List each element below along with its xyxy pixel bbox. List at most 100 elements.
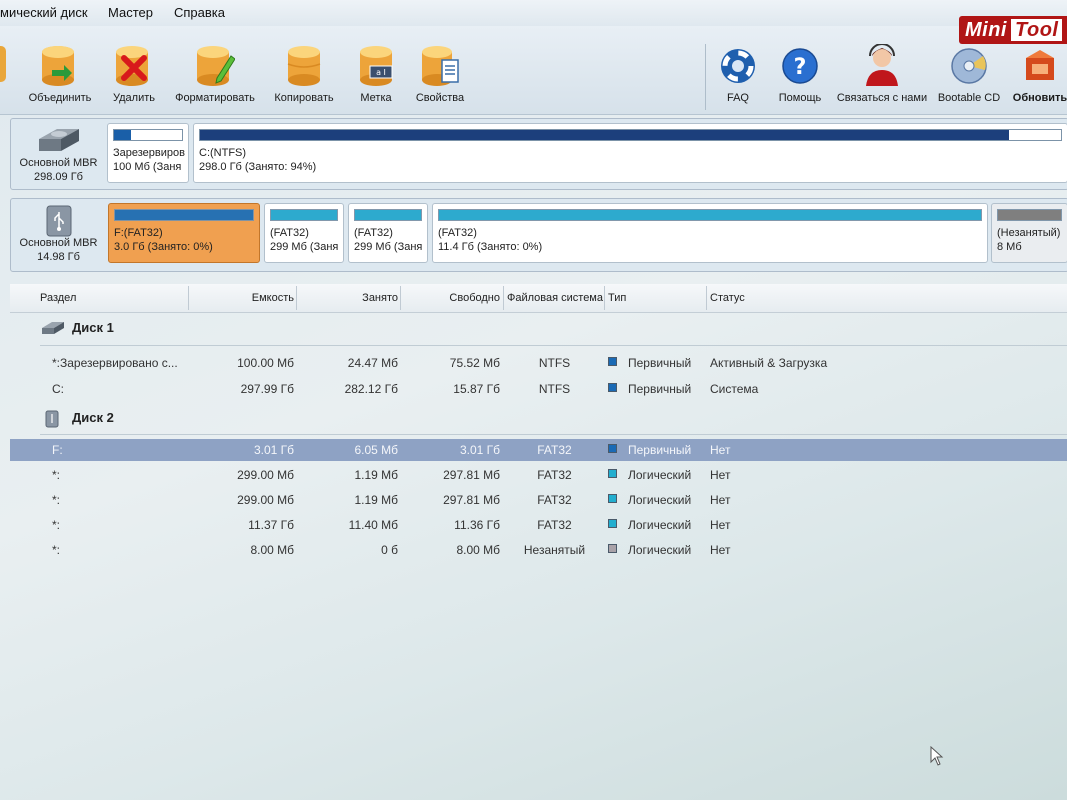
cell-partition: F: [52,443,63,457]
partition-color-swatch [608,519,617,528]
menu-disk[interactable]: мический диск [0,5,88,20]
cell-partition: *: [52,468,61,482]
cell-filesystem: FAT32 [537,493,572,507]
contact-button[interactable]: Связаться с нами [834,38,930,114]
cell-used: 282.12 Гб [344,382,398,396]
disk2-partition-4[interactable]: (FAT32) 11.4 Гб (Занято: 0%) [432,203,988,263]
disk1-partition-c[interactable]: C:(NTFS) 298.0 Гб (Занято: 94%) [193,123,1067,183]
partition-color-swatch [608,383,617,392]
partition-title: (FAT32) [438,227,477,239]
cell-capacity: 297.99 Гб [240,382,294,396]
faq-button[interactable]: FAQ [712,38,764,114]
disk2-partition-unallocated[interactable]: (Незанятый) 8 Мб [991,203,1067,263]
cell-type: Первичный [628,356,692,370]
table-row[interactable]: *:Зарезервировано с... 100.00 Мб 24.47 М… [10,352,1067,374]
table-row[interactable]: *: 299.00 Мб 1.19 Мб 297.81 Мб FAT32 Лог… [10,489,1067,511]
disk2-partition-f[interactable]: F:(FAT32) 3.0 Гб (Занято: 0%) [108,203,260,263]
lifebuoy-icon [721,49,755,83]
cell-status: Нет [710,543,731,557]
partition-usage-bar [354,209,422,221]
help-button[interactable]: ? Помощь [770,38,830,114]
copy-button[interactable]: Копировать [268,38,340,114]
partition-usage-bar [438,209,982,221]
partition-color-swatch [608,544,617,553]
mouse-cursor-icon [930,746,944,766]
col-used[interactable]: Занято [300,292,398,304]
cell-free: 11.36 Гб [454,518,500,532]
disk1-map[interactable]: Основной MBR 298.09 Гб Зарезервиров 100 … [10,118,1067,190]
col-type[interactable]: Тип [608,292,626,304]
cell-capacity: 11.37 Гб [248,518,294,532]
label-button[interactable]: a I Метка [350,38,402,114]
merge-button[interactable]: Объединить [22,38,98,114]
disk2-partition-3[interactable]: (FAT32) 299 Мб (Заня [348,203,428,263]
update-label: Обновить [1012,92,1067,104]
col-status[interactable]: Статус [710,292,745,304]
cell-type: Логический [628,493,692,507]
bootable-cd-button[interactable]: Bootable CD [936,38,1002,114]
col-partition[interactable]: Раздел [40,292,76,304]
col-separator[interactable] [188,286,189,310]
cell-capacity: 8.00 Мб [250,543,294,557]
cell-capacity: 299.00 Мб [237,493,294,507]
update-button[interactable]: Обновить [1008,38,1067,114]
partition-usage-bar [114,209,254,221]
cell-status: Система [710,382,759,396]
partition-usage-bar [270,209,338,221]
table-header: Раздел Емкость Занято Свободно Файловая … [10,284,1067,313]
cell-type: Первичный [628,382,692,396]
contact-label: Связаться с нами [836,92,928,104]
partition-color-swatch [608,444,617,453]
col-separator[interactable] [503,286,504,310]
cell-free: 15.87 Гб [453,382,500,396]
update-icon [1026,50,1054,80]
group-divider [40,434,1067,435]
col-capacity[interactable]: Емкость [194,292,294,304]
partition-title: Зарезервиров [113,147,185,159]
format-button[interactable]: Форматировать [170,38,260,114]
cell-partition: C: [52,382,64,396]
delete-icon [116,46,148,86]
disk1-type: Основной MBR [19,157,98,169]
hard-disk-icon [38,129,79,151]
delete-button[interactable]: Удалить [104,38,164,114]
col-filesystem[interactable]: Файловая система [507,292,603,304]
cell-capacity: 299.00 Мб [237,468,294,482]
format-icon [197,46,235,86]
cell-used: 0 б [381,543,398,557]
disk2-size: 14.98 Гб [37,251,80,263]
disk1-size: 298.09 Гб [34,171,83,183]
disk1-info[interactable]: Основной MBR 298.09 Гб [11,119,106,189]
disk2-partition-2[interactable]: (FAT32) 299 Мб (Заня [264,203,344,263]
cell-type: Первичный [628,443,692,457]
table-row[interactable]: C: 297.99 Гб 282.12 Гб 15.87 Гб NTFS Пер… [10,378,1067,400]
menu-bar: мический диск Мастер Справка [0,0,1067,26]
table-row-selected[interactable]: F: 3.01 Гб 6.05 Мб 3.01 Гб FAT32 Первичн… [10,439,1067,461]
faq-label: FAQ [726,92,749,104]
table-row[interactable]: *: 8.00 Мб 0 б 8.00 Мб Незанятый Логичес… [10,539,1067,561]
partition-size: 298.0 Гб (Занято: 94%) [199,161,317,173]
copy-label: Копировать [274,92,334,104]
col-separator[interactable] [706,286,707,310]
group-title: Диск 1 [72,320,114,335]
usb-drive-icon [45,410,59,428]
cd-icon [951,48,987,84]
cell-free: 297.81 Мб [443,493,500,507]
cell-partition: *: [52,518,61,532]
table-row[interactable]: *: 11.37 Гб 11.40 Мб 11.36 Гб FAT32 Логи… [10,514,1067,536]
col-separator[interactable] [400,286,401,310]
properties-button[interactable]: Свойства [408,38,472,114]
partition-size: 11.4 Гб (Занято: 0%) [438,241,543,253]
col-free[interactable]: Свободно [404,292,500,304]
disk2-map[interactable]: Основной MBR 14.98 Гб F:(FAT32) 3.0 Гб (… [10,198,1067,272]
table-row[interactable]: *: 299.00 Мб 1.19 Мб 297.81 Мб FAT32 Лог… [10,464,1067,486]
label-label: Метка [360,92,392,104]
menu-help[interactable]: Справка [174,5,225,20]
menu-wizard[interactable]: Мастер [108,5,153,20]
disk2-info[interactable]: Основной MBR 14.98 Гб [11,199,106,271]
col-separator[interactable] [604,286,605,310]
col-separator[interactable] [296,286,297,310]
cell-status: Нет [710,443,731,457]
partition-color-swatch [608,494,617,503]
disk1-partition-reserved[interactable]: Зарезервиров 100 Мб (Заня [107,123,189,183]
